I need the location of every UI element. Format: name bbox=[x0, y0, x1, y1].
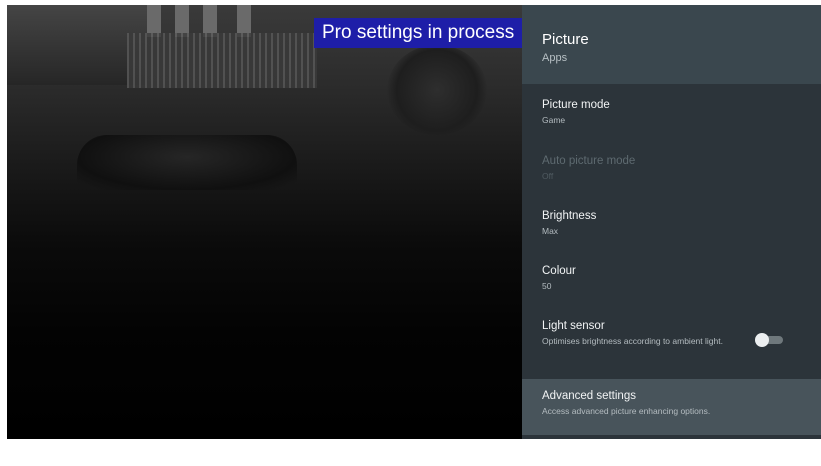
panel-breadcrumb: Apps bbox=[542, 52, 568, 64]
background-fence bbox=[127, 33, 317, 88]
menu-item-value: Off bbox=[542, 171, 554, 181]
menu-item-value: Max bbox=[542, 226, 559, 236]
menu-item-value: Game bbox=[542, 115, 566, 125]
menu-item-auto-picture-mode: Auto picture mode Off bbox=[522, 154, 821, 194]
menu-item-title: Auto picture mode bbox=[542, 155, 636, 167]
light-sensor-toggle[interactable] bbox=[755, 333, 783, 347]
background-car bbox=[77, 135, 297, 190]
menu-item-value: 50 bbox=[542, 281, 552, 291]
tv-screen: Pro settings in process Picture Apps Pic… bbox=[7, 5, 821, 439]
menu-item-advanced-settings[interactable]: Advanced settings Access advanced pictur… bbox=[522, 379, 821, 435]
menu-item-picture-mode[interactable]: Picture mode Game bbox=[522, 98, 821, 138]
menu-item-title: Picture mode bbox=[542, 99, 610, 111]
menu-item-colour[interactable]: Colour 50 bbox=[522, 264, 821, 304]
status-toast: Pro settings in process bbox=[314, 18, 523, 48]
menu-item-title: Colour bbox=[542, 265, 576, 277]
menu-item-brightness[interactable]: Brightness Max bbox=[522, 209, 821, 249]
menu-item-title: Light sensor bbox=[542, 320, 605, 332]
background-photo bbox=[7, 5, 522, 439]
toggle-knob bbox=[755, 333, 769, 347]
menu-item-title: Advanced settings bbox=[542, 390, 636, 402]
menu-item-description: Optimises brightness according to ambien… bbox=[542, 336, 723, 346]
background-building bbox=[7, 5, 147, 85]
background-tree bbox=[387, 45, 487, 135]
panel-header: Picture Apps bbox=[522, 5, 821, 84]
menu-item-description: Access advanced picture enhancing option… bbox=[542, 406, 711, 416]
panel-title: Picture bbox=[542, 31, 589, 48]
menu-item-title: Brightness bbox=[542, 210, 597, 222]
settings-panel: Picture Apps Picture mode Game Auto pict… bbox=[522, 5, 821, 439]
menu-item-light-sensor[interactable]: Light sensor Optimises brightness accord… bbox=[522, 319, 821, 369]
